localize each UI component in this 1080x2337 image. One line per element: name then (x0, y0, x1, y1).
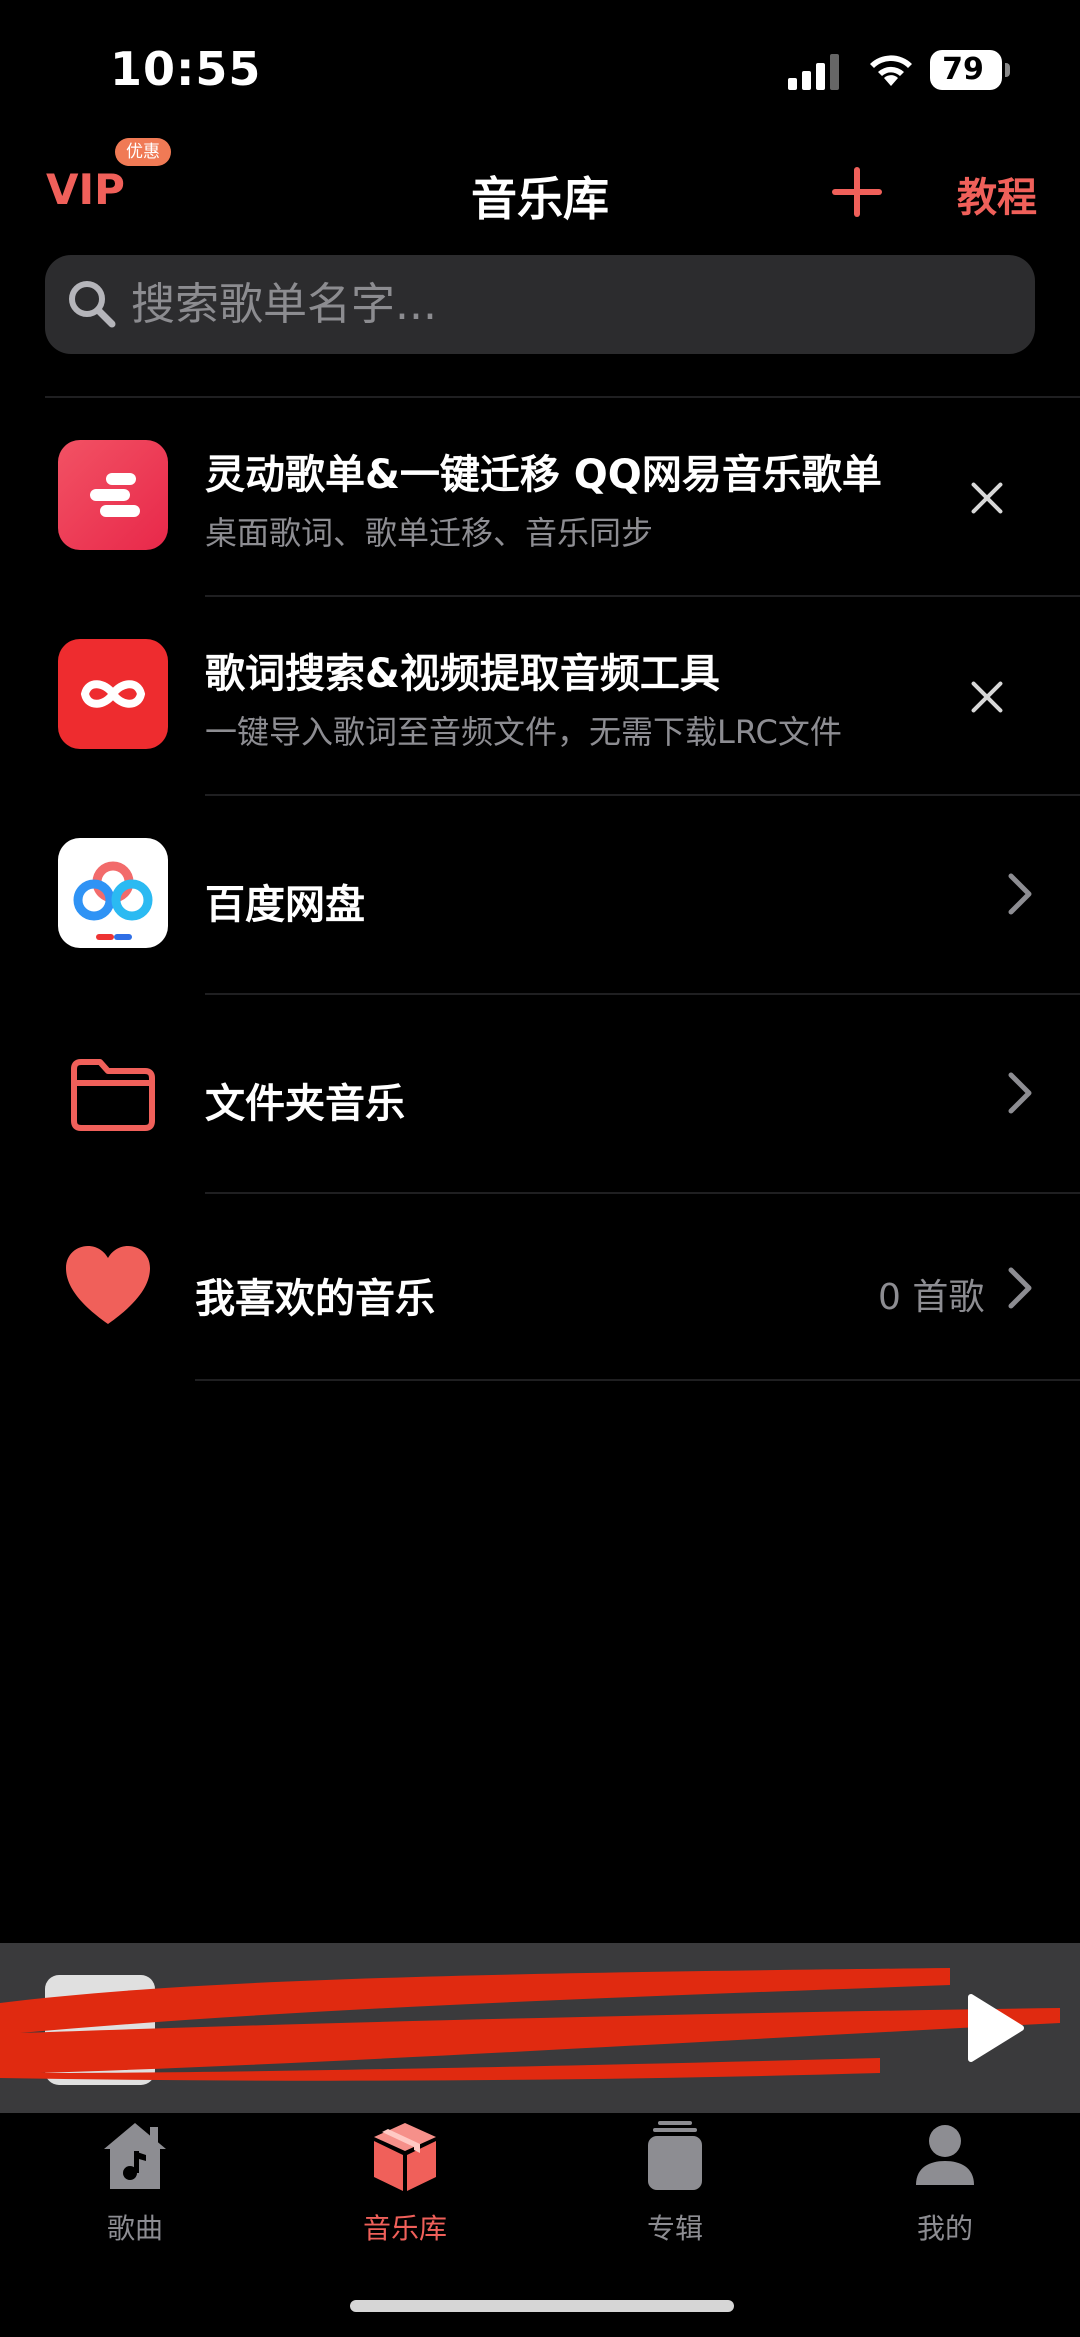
add-icon[interactable] (830, 165, 884, 219)
search-input[interactable] (131, 255, 1011, 354)
album-stack-icon (648, 2121, 702, 2190)
chevron-right-icon (1008, 1072, 1032, 1114)
search-icon (69, 281, 116, 328)
play-icon[interactable] (965, 1993, 1025, 2063)
song-count: 0 首歌 (878, 1277, 985, 1318)
tab-label: 歌曲 (106, 2212, 163, 2245)
lyrics-tool-app-icon (58, 639, 168, 749)
home-indicator (350, 2300, 734, 2312)
list-item-lingdong[interactable]: 灵动歌单&一键迁移 QQ网易音乐歌单 桌面歌词、歌单迁移、音乐同步 (0, 398, 1080, 596)
wifi-icon (870, 55, 912, 86)
close-icon[interactable] (970, 680, 1004, 714)
tab-label: 音乐库 (362, 2212, 447, 2245)
list-item-title: 歌词搜索&视频提取音频工具 (205, 651, 720, 697)
tab-me[interactable]: 我的 (810, 2113, 1080, 2253)
tab-songs[interactable]: 歌曲 (0, 2113, 270, 2253)
home-music-icon (104, 2123, 166, 2189)
chevron-right-icon (1008, 873, 1032, 915)
lingdong-app-icon (58, 440, 168, 550)
heart-icon (66, 1246, 150, 1324)
redaction-scribble (0, 1968, 1060, 2081)
search-bar[interactable] (45, 255, 1035, 354)
folder-icon (71, 1059, 155, 1131)
battery-icon: 79 (930, 50, 1010, 90)
list-item-subtitle: 桌面歌词、歌单迁移、音乐同步 (205, 514, 654, 552)
list-item-lyrics-tool[interactable]: 歌词搜索&视频提取音频工具 一键导入歌词至音频文件，无需下载LRC文件 (0, 597, 1080, 795)
list-item-subtitle: 一键导入歌词至音频文件，无需下载LRC文件 (205, 713, 842, 751)
list-item-baidu-pan[interactable]: 百度网盘 (0, 796, 1080, 994)
mini-player[interactable] (0, 1943, 1080, 2113)
list-item-folder-music[interactable]: 文件夹音乐 (0, 995, 1080, 1193)
baidu-netdisk-icon (58, 838, 168, 948)
promo-badge: 优惠 (115, 138, 171, 166)
cellular-signal-icon (788, 54, 839, 90)
tutorial-button[interactable]: 教程 (957, 165, 1037, 223)
box-icon (374, 2123, 436, 2191)
page-title: 音乐库 (471, 172, 609, 226)
list-item-title: 灵动歌单&一键迁移 QQ网易音乐歌单 (205, 452, 882, 498)
tab-library[interactable]: 音乐库 (270, 2113, 540, 2253)
tab-albums[interactable]: 专辑 (540, 2113, 810, 2253)
battery-level: 79 (942, 52, 984, 87)
person-icon (916, 2125, 974, 2185)
divider (195, 1379, 1080, 1381)
tab-label: 我的 (916, 2212, 973, 2245)
status-bar: 10:55 79 (0, 0, 1080, 130)
list-item-title: 百度网盘 (205, 882, 365, 928)
close-icon[interactable] (970, 481, 1004, 515)
list-item-title: 我喜欢的音乐 (195, 1276, 435, 1322)
list-item-favorites[interactable]: 我喜欢的音乐 0 首歌 (0, 1194, 1080, 1380)
chevron-right-icon (1008, 1267, 1032, 1309)
list-item-title: 文件夹音乐 (205, 1081, 405, 1127)
tab-label: 专辑 (646, 2212, 703, 2245)
status-time: 10:55 (110, 42, 262, 96)
